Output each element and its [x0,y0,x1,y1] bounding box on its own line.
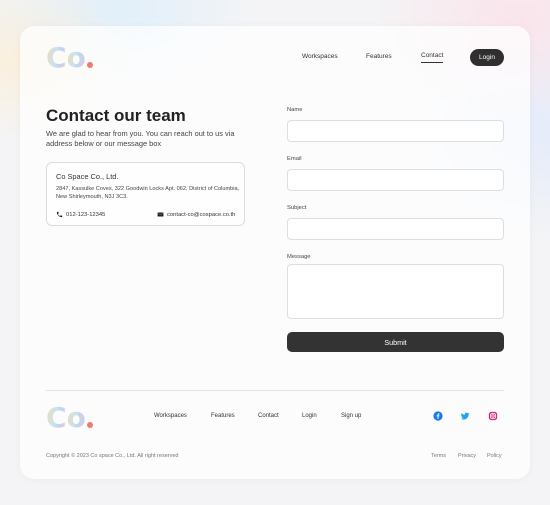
footer-link-privacy[interactable]: Privacy [458,453,476,459]
nav-item-workspaces[interactable]: Workspaces [302,53,338,60]
logo-letter-c: C [46,41,67,74]
intro-text: We are glad to hear from you. You can re… [46,129,235,148]
footer-logo-letter-o: o [66,401,86,434]
name-label: Name [287,107,303,113]
footer-logo-letter-c: C [46,401,67,434]
facebook-icon[interactable] [433,411,443,421]
footer-link-contact[interactable]: Contact [258,413,279,419]
message-label: Message [287,254,311,260]
nav-item-contact[interactable]: Contact [421,52,444,63]
company-address: 2847, Kassulke Coves, 322 Goodwin Locks … [56,186,240,200]
submit-button[interactable]: Submit [287,332,504,352]
footer-link-policy[interactable]: Policy [487,453,502,459]
page-title: Contact our team [46,106,186,125]
nav-item-features[interactable]: Features [366,53,392,60]
email-label: Email [287,156,302,162]
name-input[interactable] [287,120,504,142]
email-row: contact-co@cospace.co.th [157,211,235,218]
email-address[interactable]: contact-co@cospace.co.th [167,212,235,218]
company-name: Co Space Co., Ltd. [56,172,119,181]
footer-link-workspaces[interactable]: Workspaces [154,413,187,419]
footer-link-features[interactable]: Features [211,413,235,419]
email-input[interactable] [287,169,504,191]
phone-row: 012-123-12345 [56,211,105,218]
subject-label: Subject [287,205,307,211]
main-card [20,26,530,479]
footer-link-login[interactable]: Login [302,413,317,419]
footer-link-terms[interactable]: Terms [431,453,446,459]
footer-logo[interactable]: Co [46,404,93,432]
instagram-icon[interactable] [488,411,498,421]
phone-icon [56,211,63,218]
logo[interactable]: Co [46,44,93,72]
message-textarea[interactable] [287,264,504,319]
contact-info-card: Co Space Co., Ltd. 2847, Kassulke Coves,… [46,162,245,226]
footer-divider [46,390,504,391]
footer-logo-dot [86,422,93,428]
logo-letter-o: o [66,41,86,74]
mail-icon [157,212,164,217]
twitter-icon[interactable] [460,411,470,421]
phone-number[interactable]: 012-123-12345 [66,212,105,218]
subject-input[interactable] [287,218,504,240]
logo-dot [86,62,93,68]
copyright-text: Copyright © 2023 Co space Co., Ltd. All … [46,453,179,459]
login-button[interactable]: Login [470,49,504,66]
footer-link-signup[interactable]: Sign up [341,413,361,419]
